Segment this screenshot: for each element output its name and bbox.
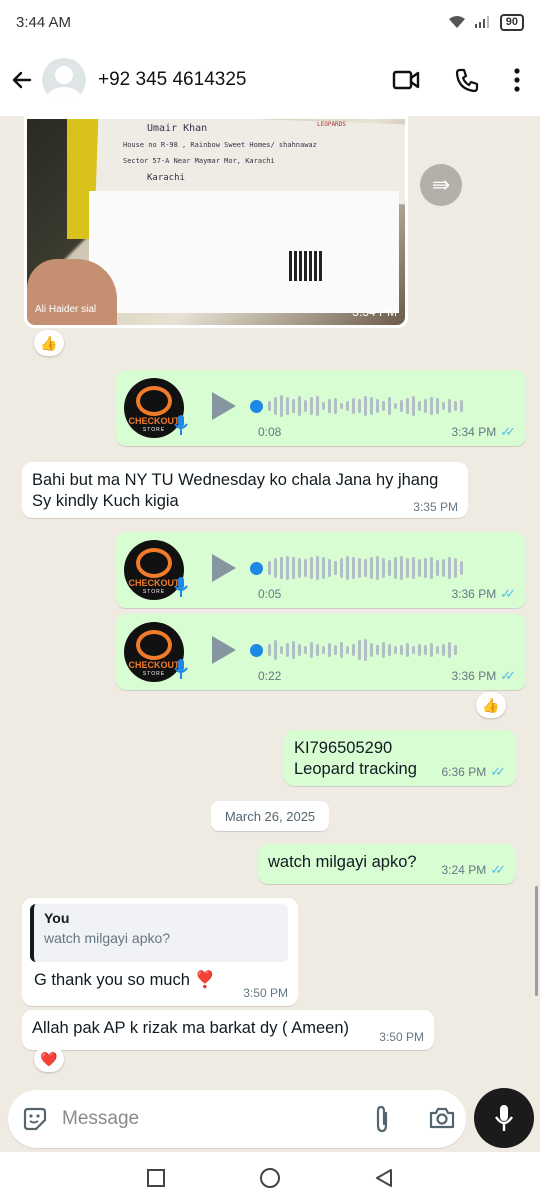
message-text: G thank you so much	[34, 971, 190, 989]
back-arrow-icon	[12, 71, 32, 89]
image-time: 3:34 PM	[352, 305, 397, 319]
message-placeholder: Message	[62, 1108, 140, 1129]
photo-text-sector: Sector 57-A Near Maymar Mor, Karachi	[123, 157, 275, 165]
image-message[interactable]: Umair Khan LEOPARDS House no R-98 , Rain…	[24, 116, 408, 328]
message-time: 3:24 PM	[441, 863, 487, 877]
microphone-icon	[495, 1105, 513, 1131]
waveform-slider[interactable]	[250, 392, 463, 420]
more-options-icon[interactable]	[514, 68, 520, 92]
message-time: 3:36 PM	[451, 669, 497, 683]
read-ticks-icon: ✓✓	[500, 424, 516, 439]
forward-button[interactable]: ⇛	[420, 164, 462, 206]
heart-reaction[interactable]: ❤️	[34, 1046, 64, 1072]
home-icon[interactable]	[259, 1167, 281, 1189]
playhead[interactable]	[250, 399, 263, 413]
message-time: 3:34 PM	[451, 425, 497, 439]
photo-text-city: Karachi	[147, 173, 185, 183]
waveform-slider[interactable]	[250, 554, 463, 582]
image-reaction[interactable]: 👍	[34, 330, 64, 356]
voice-note-3[interactable]: CHECKOUT STORE 0:22 3:36 PM ✓✓	[116, 614, 526, 690]
wifi-icon	[448, 16, 465, 28]
battery-indicator: 90	[499, 13, 524, 31]
photo-text-name: Umair Khan	[147, 123, 208, 134]
recents-icon[interactable]	[146, 1168, 166, 1188]
signal-icon	[474, 16, 489, 28]
playhead[interactable]	[250, 561, 263, 575]
video-call-icon[interactable]	[392, 69, 420, 91]
read-ticks-icon: ✓✓	[500, 586, 516, 601]
playhead[interactable]	[250, 643, 263, 657]
reply-body: G thank you so much ❣️	[34, 970, 215, 991]
message-input[interactable]: Message	[8, 1090, 466, 1148]
incoming-message[interactable]: Allah pak AP k rizak ma barkat dy ( Amee…	[22, 1010, 434, 1050]
play-button[interactable]	[212, 554, 236, 582]
quoted-message[interactable]: You watch milgayi apko?	[30, 904, 288, 962]
status-icons: 90	[448, 13, 524, 31]
date-separator: March 26, 2025	[211, 801, 329, 831]
play-button[interactable]	[212, 392, 236, 420]
voice-note-2[interactable]: CHECKOUT STORE 0:05 3:36 PM ✓✓	[116, 532, 526, 608]
reply-message[interactable]: You watch milgayi apko? G thank you so m…	[22, 898, 298, 1006]
back-button[interactable]	[8, 66, 36, 94]
read-ticks-icon: ✓✓	[500, 668, 516, 683]
message-text: Bahi but ma NY TU Wednesday ko chala Jan…	[32, 471, 439, 510]
quote-author: You	[44, 910, 70, 926]
contact-avatar[interactable]	[42, 58, 86, 102]
mic-icon	[174, 659, 188, 679]
chat-area[interactable]: Umair Khan LEOPARDS House no R-98 , Rain…	[0, 116, 540, 1088]
message-text: Allah pak AP k rizak ma barkat dy ( Amee…	[32, 1019, 350, 1037]
voice-duration: 0:22	[258, 669, 282, 683]
read-ticks-icon: ✓✓	[490, 764, 506, 779]
parcel-photo[interactable]: Umair Khan LEOPARDS House no R-98 , Rain…	[27, 119, 405, 325]
attach-icon[interactable]	[374, 1105, 390, 1133]
status-bar: 3:44 AM 90	[0, 0, 540, 44]
play-button[interactable]	[212, 636, 236, 664]
quote-text: watch milgayi apko?	[44, 930, 171, 946]
heart-emoji: ❣️	[194, 971, 216, 989]
composer: Message	[0, 1088, 540, 1152]
chat-header: +92 345 4614325	[0, 44, 540, 116]
message-time: 3:50 PM	[243, 986, 288, 1000]
waveform-slider[interactable]	[250, 636, 457, 664]
system-nav-bar	[0, 1152, 540, 1204]
message-time: 3:50 PM	[379, 1030, 424, 1044]
message-time: 3:36 PM	[451, 587, 497, 601]
status-time: 3:44 AM	[16, 13, 72, 31]
message-time: 3:35 PM	[413, 500, 458, 514]
sticker-icon[interactable]	[22, 1106, 48, 1132]
photo-text-address: House no R-98 , Rainbow Sweet Homes/ sha…	[123, 141, 317, 149]
voice-call-icon[interactable]	[454, 67, 480, 93]
mic-icon	[174, 577, 188, 597]
message-time: 6:36 PM	[441, 765, 487, 779]
tracking-message[interactable]: KI796505290 Leopard tracking 6:36 PM ✓✓	[284, 730, 516, 786]
voice-duration: 0:05	[258, 587, 282, 601]
mic-icon	[174, 415, 188, 435]
voice-note-1[interactable]: CHECKOUT STORE 0:08 3:34 PM ✓✓	[116, 370, 526, 446]
image-caption: Ali Haider sial	[35, 304, 97, 315]
back-nav-icon[interactable]	[374, 1168, 394, 1188]
camera-icon[interactable]	[428, 1106, 456, 1130]
read-ticks-icon: ✓✓	[490, 862, 506, 877]
incoming-message[interactable]: Bahi but ma NY TU Wednesday ko chala Jan…	[22, 462, 468, 518]
tracking-number: KI796505290	[294, 739, 393, 757]
voice-duration: 0:08	[258, 425, 282, 439]
outgoing-message[interactable]: watch milgayi apko? 3:24 PM ✓✓	[258, 844, 516, 884]
header-actions	[392, 67, 532, 93]
voice-reaction[interactable]: 👍	[476, 692, 506, 718]
scrollbar[interactable]	[535, 886, 538, 996]
contact-name[interactable]: +92 345 4614325	[98, 69, 246, 91]
photo-text-label: LEOPARDS	[317, 121, 346, 128]
forward-icon: ⇛	[431, 172, 451, 197]
record-voice-button[interactable]	[474, 1088, 534, 1148]
